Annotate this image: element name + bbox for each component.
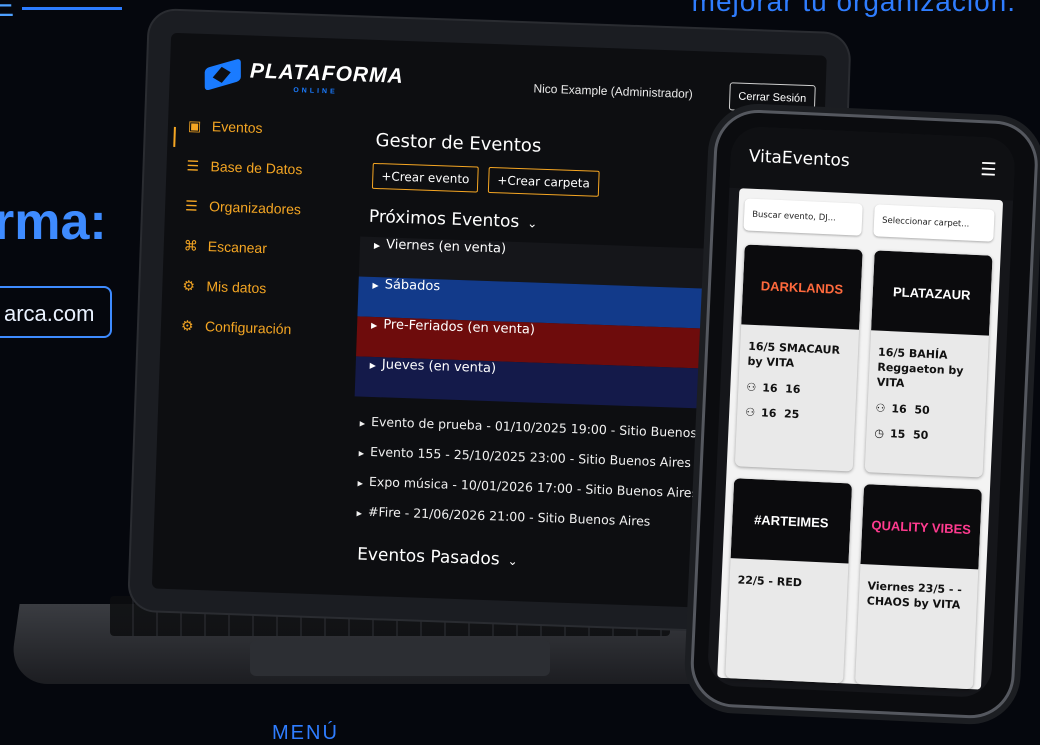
event-card-image: PLATAZAUR xyxy=(871,250,993,336)
event-card-image: #ARTEIMES xyxy=(730,478,853,564)
create-event-button[interactable]: +Crear evento xyxy=(371,162,479,193)
promo-url-box: arca.com xyxy=(0,286,112,338)
sidebar-item-label: Eventos xyxy=(211,118,263,136)
sidebar-item-base-de-datos[interactable]: ☰ Base de Datos xyxy=(165,157,326,203)
sidebar-item-label: Organizadores xyxy=(208,198,302,218)
qr-icon: ⌘ xyxy=(183,237,199,254)
caret-right-icon: ▶ xyxy=(372,280,379,291)
people-icon: ⚇ xyxy=(746,380,757,395)
laptop-trackpad xyxy=(250,640,550,676)
sidebar-item-label: Configuración xyxy=(204,318,292,338)
phone: VitaEventos ☰ Buscar evento, DJ... Selec… xyxy=(688,108,1040,721)
caret-right-icon: ▶ xyxy=(373,240,381,251)
gear-icon: ⚙ xyxy=(180,317,194,334)
caret-right-icon: ▶ xyxy=(359,419,366,428)
current-user: Nico Example (Administrador) xyxy=(533,81,694,101)
create-folder-button[interactable]: +Crear carpeta xyxy=(487,166,600,197)
sidebar-item-mis-datos[interactable]: ⚙ Mis datos xyxy=(161,277,322,323)
sidebar-item-eventos[interactable]: ▣ Eventos xyxy=(167,117,328,163)
chevron-down-icon: ⌄ xyxy=(526,216,538,231)
event-card-stat: ⚇ 16 25 xyxy=(744,405,800,422)
promo-text-top-right: mejorar tu organización. xyxy=(691,0,1016,17)
promo-text-top-left: E xyxy=(0,0,123,24)
sidebar-item-label: Base de Datos xyxy=(210,158,303,178)
app-logo[interactable]: PLATAFORMA xyxy=(249,60,405,89)
event-card-title: Viernes 23/5 - -CHAOS by VITA xyxy=(866,579,963,612)
people-icon: ⚇ xyxy=(875,401,886,415)
event-card-image: QUALITY VIBES xyxy=(860,484,982,570)
event-card[interactable]: QUALITY VIBES Viernes 23/5 - -CHAOS by V… xyxy=(855,484,982,690)
ticket-logo-icon xyxy=(204,58,241,92)
event-card-stat: ◷ 15 50 xyxy=(874,426,929,442)
sidebar-item-configuracion[interactable]: ⚙ Configuración xyxy=(160,317,321,363)
caret-right-icon: ▶ xyxy=(356,509,363,518)
caret-right-icon: ▶ xyxy=(370,320,378,331)
promo-heading: rma: xyxy=(0,193,107,251)
sidebar-item-organizadores[interactable]: ☰ Organizadores xyxy=(164,197,325,243)
phone-app-title: VitaEventos xyxy=(748,146,851,172)
phone-body: Buscar evento, DJ... Seleccionar carpet.… xyxy=(717,188,1004,690)
sidebar-item-label: Escanear xyxy=(207,238,268,257)
folder-select[interactable]: Seleccionar carpet... xyxy=(873,204,995,242)
event-card[interactable]: DARKLANDS 16/5 SMACAUR by VITA ⚇ 16 16 ⚇ 1… xyxy=(734,244,863,472)
gear-icon: ⚙ xyxy=(182,277,196,294)
app-logo-sub: ONLINE xyxy=(293,87,338,96)
clock-icon: ◷ xyxy=(874,426,885,440)
sidebar: ▣ Eventos ☰ Base de Datos ☰ Organizadores ⌘… xyxy=(160,117,328,362)
event-card-image: DARKLANDS xyxy=(741,244,863,330)
caret-right-icon: ▶ xyxy=(369,360,377,371)
database-icon: ☰ xyxy=(184,197,199,214)
app-header: PLATAFORMA ONLINE Nico Example (Administ… xyxy=(169,33,827,128)
sidebar-item-escanear[interactable]: ⌘ Escanear xyxy=(163,237,324,283)
search-input[interactable]: Buscar evento, DJ... xyxy=(743,198,863,236)
people-icon: ⚇ xyxy=(744,405,756,420)
caret-right-icon: ▶ xyxy=(358,449,365,458)
caret-right-icon: ▶ xyxy=(357,479,364,488)
hamburger-menu-icon[interactable]: ☰ xyxy=(980,159,997,181)
logout-button[interactable]: Cerrar Sesión xyxy=(728,82,816,114)
event-card[interactable]: PLATAZAUR 16/5 BAHÍA Reggaeton by VITA ⚇… xyxy=(864,250,993,478)
chevron-down-icon: ⌄ xyxy=(507,553,518,569)
event-card-title: 16/5 SMACAUR by VITA xyxy=(747,339,841,370)
database-icon: ☰ xyxy=(186,157,200,174)
event-card[interactable]: #ARTEIMES 22/5 - RED xyxy=(725,478,853,684)
calendar-icon: ▣ xyxy=(187,117,202,134)
event-card-title: 22/5 - RED xyxy=(737,573,803,590)
phone-screen: VitaEventos ☰ Buscar evento, DJ... Selec… xyxy=(706,125,1016,699)
event-card-title: 16/5 BAHÍA Reggaeton by VITA xyxy=(876,345,964,390)
sidebar-item-label: Mis datos xyxy=(206,278,267,297)
